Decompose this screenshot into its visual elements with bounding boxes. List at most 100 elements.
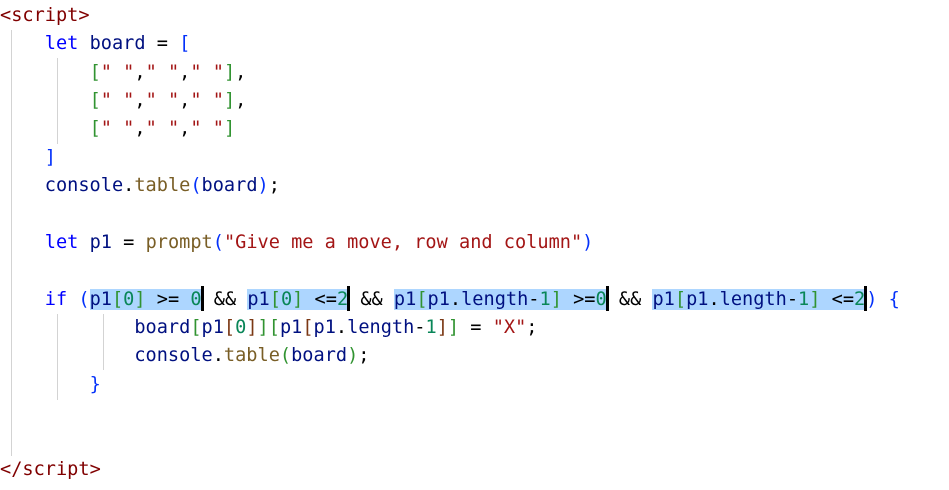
code-line[interactable]: <script> [0, 2, 90, 30]
code-token: p1 [89, 232, 112, 253]
code-token: 1 [539, 289, 551, 310]
code-token: board [201, 175, 258, 196]
code-token: length [719, 289, 787, 310]
code-token: " " [145, 118, 180, 139]
code-token: p1 [89, 289, 112, 310]
code-token: " " [190, 90, 224, 111]
code-token: 0 [123, 289, 135, 310]
code-token: p1 [427, 289, 450, 310]
code-token: length [461, 289, 529, 310]
code-token: ] [550, 289, 562, 310]
code-token: [ [89, 62, 101, 83]
code-token: ] [292, 289, 304, 310]
code-line[interactable]: } [0, 371, 101, 399]
code-line[interactable]: let p1 = prompt("Give me a move, row and… [0, 229, 594, 257]
code-token: [ [179, 33, 191, 54]
code-token: - [786, 289, 799, 310]
code-token: [ [89, 118, 101, 139]
code-token: console [44, 175, 124, 196]
code-line[interactable]: [" "," "," "], [0, 59, 247, 87]
code-token: table [223, 345, 280, 366]
code-token: board [291, 345, 348, 366]
code-token: , [235, 90, 247, 111]
code-token: " " [190, 62, 224, 83]
code-token: board [89, 33, 146, 54]
code-token: [ [416, 289, 428, 310]
code-token: "Give me a move, row and column" [223, 232, 583, 253]
code-line[interactable]: let board = [ [0, 30, 191, 58]
code-token: 1 [425, 317, 437, 338]
code-token: { [888, 289, 900, 310]
code-token: p1 [652, 289, 675, 310]
code-line[interactable]: board[p1[0]][p1[p1.length-1]] = "X"; [0, 314, 538, 342]
code-token: <= [820, 289, 855, 310]
code-token: ] [436, 317, 448, 338]
code-token: , [235, 62, 247, 83]
code-token: ; [526, 317, 538, 338]
code-token: "X" [492, 317, 527, 338]
code-token: , [134, 118, 146, 139]
code-token: [ [223, 317, 236, 338]
code-editor[interactable]: <script> let board = [ [" "," "," "], ["… [0, 0, 949, 490]
code-token: p1 [279, 317, 303, 338]
code-token: , [179, 118, 191, 139]
code-token: p1 [686, 289, 709, 310]
code-token: " " [190, 118, 224, 139]
code-token: if [44, 289, 68, 310]
code-token: <= [303, 289, 337, 310]
code-token: p1 [313, 317, 336, 338]
code-token: >= [145, 289, 191, 310]
code-token: } [89, 374, 101, 395]
code-token: ] [223, 90, 236, 111]
code-token: [ [89, 90, 101, 111]
code-token: = [145, 33, 180, 54]
code-token: . [212, 345, 224, 366]
code-token: </ [0, 459, 23, 480]
code-token: ; [268, 175, 280, 196]
code-token: " " [145, 90, 180, 111]
code-token: ( [212, 232, 224, 253]
code-token: - [528, 289, 540, 310]
code-token: ] [44, 147, 56, 168]
code-line[interactable]: [" "," "," "], [0, 87, 247, 115]
code-token: 1 [798, 289, 810, 310]
code-token: table [134, 175, 191, 196]
code-token: ( [78, 289, 90, 310]
code-token: " " [100, 62, 135, 83]
code-line[interactable]: </script> [0, 456, 101, 484]
code-line[interactable]: ] [0, 144, 56, 172]
code-token: ) [257, 175, 269, 196]
code-line[interactable]: console.table(board); [0, 342, 370, 370]
code-token: ] [246, 317, 258, 338]
code-token: , [134, 62, 146, 83]
code-token: board [134, 317, 191, 338]
code-token: [ [190, 317, 202, 338]
code-token: script [11, 5, 79, 26]
code-token: ] [257, 317, 269, 338]
code-token: = [111, 232, 146, 253]
code-line[interactable]: if (p1[0] >= 0 && p1[0] <=2 && p1[p1.len… [0, 286, 900, 314]
code-token: . [449, 289, 462, 310]
code-token: [ [674, 289, 687, 310]
code-line[interactable]: [" "," "," "] [0, 115, 236, 143]
code-line[interactable]: console.table(board); [0, 172, 280, 200]
code-token: p1 [247, 289, 270, 310]
code-token: p1 [201, 317, 224, 338]
code-token: - [414, 317, 426, 338]
code-token: > [78, 5, 90, 26]
code-token: ( [279, 345, 292, 366]
code-token: ; [358, 345, 370, 366]
code-token: let [44, 33, 79, 54]
code-token: let [44, 232, 79, 253]
code-token: && [607, 289, 653, 310]
